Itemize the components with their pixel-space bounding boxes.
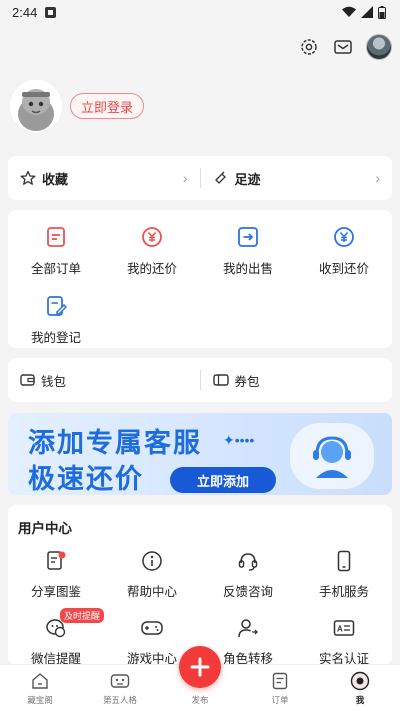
- sell-export-icon: [235, 224, 261, 250]
- help-center[interactable]: 帮助中心: [104, 549, 200, 600]
- coupons-entry[interactable]: 券包: [201, 371, 393, 390]
- phone-service[interactable]: 手机服务: [296, 549, 392, 600]
- favorites-label: 收藏: [42, 171, 69, 187]
- chevron-right-icon: ›: [182, 170, 188, 186]
- id-card-icon: A: [332, 616, 356, 640]
- status-right: [342, 5, 386, 19]
- share-album[interactable]: 分享图鉴: [8, 549, 104, 600]
- login-button[interactable]: 立即登录: [70, 93, 145, 119]
- wallet-label: 钱包: [41, 374, 67, 389]
- my-sales[interactable]: 我的出售: [200, 224, 296, 277]
- me-icon: [350, 671, 370, 691]
- user-center-section: 用户中心 分享图鉴 帮助中心 反馈咨询 手机服务 及时提醒 微信提醒 游戏中心 …: [8, 505, 392, 667]
- received-counteroffers-label: 收到还价: [318, 262, 369, 276]
- default-avatar[interactable]: [10, 80, 62, 132]
- remind-badge: 及时提醒: [60, 608, 105, 623]
- nav-orders-label: 订单: [271, 695, 289, 705]
- chevron-right-icon: ›: [375, 170, 380, 186]
- orders-all-label: 全部订单: [30, 262, 81, 276]
- wallet-entry[interactable]: 钱包: [8, 371, 200, 390]
- publish-plus-button[interactable]: [179, 646, 221, 688]
- plus-icon: [190, 657, 210, 677]
- coupon-icon: [212, 374, 229, 386]
- add-now-button[interactable]: 立即添加: [170, 467, 276, 493]
- favorites-bar: 收藏 › 足迹 ›: [8, 156, 392, 200]
- phone-service-label: 手机服务: [318, 585, 369, 599]
- banner-headline: 添加专属客服: [28, 428, 202, 458]
- gamepad-icon: [140, 616, 164, 640]
- received-counteroffers[interactable]: 收到还价: [296, 224, 392, 277]
- my-counteroffers[interactable]: 我的还价: [104, 224, 200, 277]
- feedback[interactable]: 反馈咨询: [200, 549, 296, 600]
- order-list-icon: [43, 224, 69, 250]
- share-album-icon: [44, 549, 68, 573]
- feedback-label: 反馈咨询: [222, 585, 273, 599]
- user-center-title: 用户中心: [18, 521, 72, 536]
- star-icon: [20, 170, 36, 185]
- phone-icon: [332, 549, 356, 573]
- battery-icon: [378, 5, 386, 19]
- avatar[interactable]: [366, 34, 392, 60]
- nav-game-label: 第五人格: [102, 695, 137, 705]
- share-album-label: 分享图鉴: [30, 585, 81, 599]
- yen-coin-icon: [139, 224, 165, 250]
- wechat-remind[interactable]: 及时提醒 微信提醒: [8, 608, 105, 667]
- my-registrations-label: 我的登记: [30, 331, 81, 345]
- footprint-icon: [214, 171, 226, 184]
- signal-icon: [361, 6, 373, 18]
- headset-icon: [236, 549, 260, 573]
- coupons-label: 券包: [234, 374, 260, 389]
- register-edit-icon: [43, 293, 69, 319]
- nav-home-label: 藏宝阁: [27, 695, 53, 705]
- yen-coin-icon: [331, 224, 357, 250]
- settings-icon[interactable]: [298, 36, 320, 58]
- my-sales-label: 我的出售: [222, 262, 273, 276]
- nav-me[interactable]: 我: [320, 665, 400, 711]
- profile-section: 立即登录: [10, 80, 145, 132]
- person-transfer-icon: [236, 616, 260, 640]
- order-icon: [270, 671, 290, 691]
- banner-subheadline: 极速还价: [28, 464, 144, 494]
- footprint-entry[interactable]: 足迹 ›: [201, 169, 393, 188]
- message-icon[interactable]: [332, 36, 354, 58]
- customer-service-banner[interactable]: 添加专属客服 ✦•••• 极速还价 立即添加: [8, 413, 392, 495]
- status-bar: 2:44: [0, 0, 400, 24]
- game-face-icon: [110, 671, 130, 691]
- svg-text:A: A: [337, 625, 343, 634]
- nav-game[interactable]: 第五人格: [80, 665, 160, 711]
- wallet-bar: 钱包 券包: [8, 358, 392, 402]
- nav-orders[interactable]: 订单: [240, 665, 320, 711]
- my-counteroffers-label: 我的还价: [126, 262, 177, 276]
- nav-publish-label: 发布: [191, 695, 209, 705]
- orders-section: 全部订单 我的还价 我的出售 收到还价 我的登记: [8, 210, 392, 348]
- my-registrations[interactable]: 我的登记: [8, 293, 104, 346]
- header-actions: [298, 34, 392, 60]
- agent-headset-icon: [290, 423, 374, 489]
- orders-all[interactable]: 全部订单: [8, 224, 104, 277]
- wifi-icon: [342, 6, 356, 17]
- notification-icon: [45, 6, 57, 18]
- info-circle-icon: [140, 549, 164, 573]
- orders-grid: 全部订单 我的还价 我的出售 收到还价 我的登记: [8, 210, 392, 362]
- nav-home[interactable]: 藏宝阁: [0, 665, 80, 711]
- home-icon: [30, 671, 50, 691]
- favorites-entry[interactable]: 收藏 ›: [8, 169, 200, 188]
- wallet-icon: [20, 374, 35, 386]
- help-center-label: 帮助中心: [126, 585, 177, 599]
- status-left: 2:44: [12, 4, 57, 20]
- nav-me-label: 我: [355, 695, 365, 705]
- sparkle-icon: ✦••••: [223, 432, 255, 448]
- footprint-label: 足迹: [234, 171, 261, 187]
- status-time: 2:44: [12, 4, 38, 20]
- real-name-verify[interactable]: A 实名认证: [296, 616, 392, 667]
